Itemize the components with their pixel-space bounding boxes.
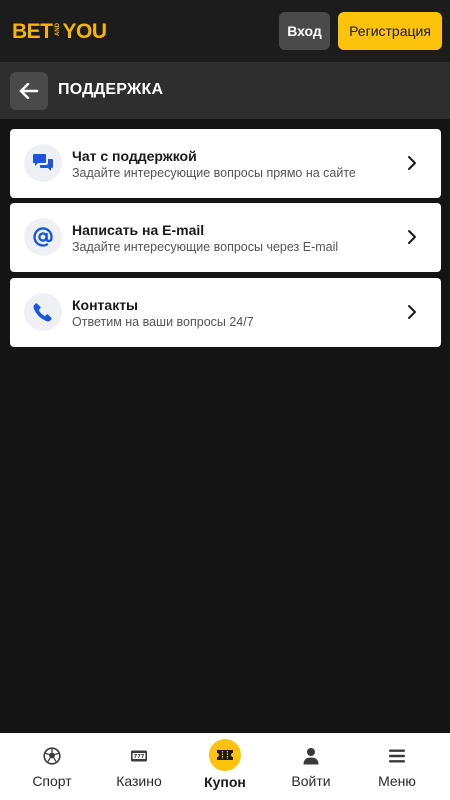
slot-badge: 777 xyxy=(134,754,145,760)
user-icon xyxy=(302,746,320,766)
login-button[interactable]: Вход xyxy=(279,12,330,50)
nav-label: Спорт xyxy=(32,773,72,789)
register-button[interactable]: Регистрация xyxy=(338,12,442,50)
chevron-right-icon xyxy=(408,156,416,170)
slot-machine-icon: 777 xyxy=(130,746,148,766)
nav-label: Купон xyxy=(204,774,246,790)
support-item-contacts[interactable]: Контакты Ответим на ваши вопросы 24/7 xyxy=(10,278,441,347)
logo-you: YOU xyxy=(62,20,108,43)
nav-item-casino[interactable]: 777 Казино xyxy=(94,733,184,800)
nav-item-coupon[interactable]: Купон xyxy=(180,733,270,800)
support-item-subtitle: Задайте интересующие вопросы через E-mai… xyxy=(72,240,339,254)
back-button[interactable] xyxy=(10,72,48,110)
support-item-subtitle: Задайте интересующие вопросы прямо на са… xyxy=(72,166,356,180)
support-item-chat[interactable]: Чат с поддержкой Задайте интересующие во… xyxy=(10,129,441,198)
chevron-right-icon xyxy=(408,230,416,244)
arrow-left-icon xyxy=(19,83,39,99)
support-item-email[interactable]: Написать на E-mail Задайте интересующие … xyxy=(10,203,441,272)
support-item-title: Написать на E-mail xyxy=(72,222,205,238)
top-header: BET AND YOU Вход Регистрация xyxy=(0,0,450,62)
page-title-bar: ПОДДЕРЖКА xyxy=(0,62,450,119)
phone-icon xyxy=(24,293,62,331)
support-item-subtitle: Ответим на ваши вопросы 24/7 xyxy=(72,315,254,329)
menu-icon xyxy=(388,746,406,766)
nav-item-menu[interactable]: Меню xyxy=(352,733,442,800)
chat-bubbles-icon xyxy=(24,144,62,182)
at-sign-icon xyxy=(24,218,62,256)
ticket-icon xyxy=(209,739,241,771)
logo-and: AND xyxy=(54,23,61,36)
page-title: ПОДДЕРЖКА xyxy=(58,81,164,98)
chevron-right-icon xyxy=(408,305,416,319)
nav-label: Меню xyxy=(378,773,416,789)
bottom-navigation: Спорт 777 Казино Купон Войти Меню xyxy=(0,733,450,800)
logo-bet: BET xyxy=(12,20,53,43)
nav-label: Войти xyxy=(291,773,331,789)
support-item-title: Контакты xyxy=(72,297,139,313)
nav-item-sport[interactable]: Спорт xyxy=(7,733,97,800)
nav-label: Казино xyxy=(116,773,162,789)
nav-item-login[interactable]: Войти xyxy=(266,733,356,800)
soccer-ball-icon xyxy=(43,746,61,766)
support-item-title: Чат с поддержкой xyxy=(72,148,197,164)
logo[interactable]: BET AND YOU xyxy=(12,20,107,44)
